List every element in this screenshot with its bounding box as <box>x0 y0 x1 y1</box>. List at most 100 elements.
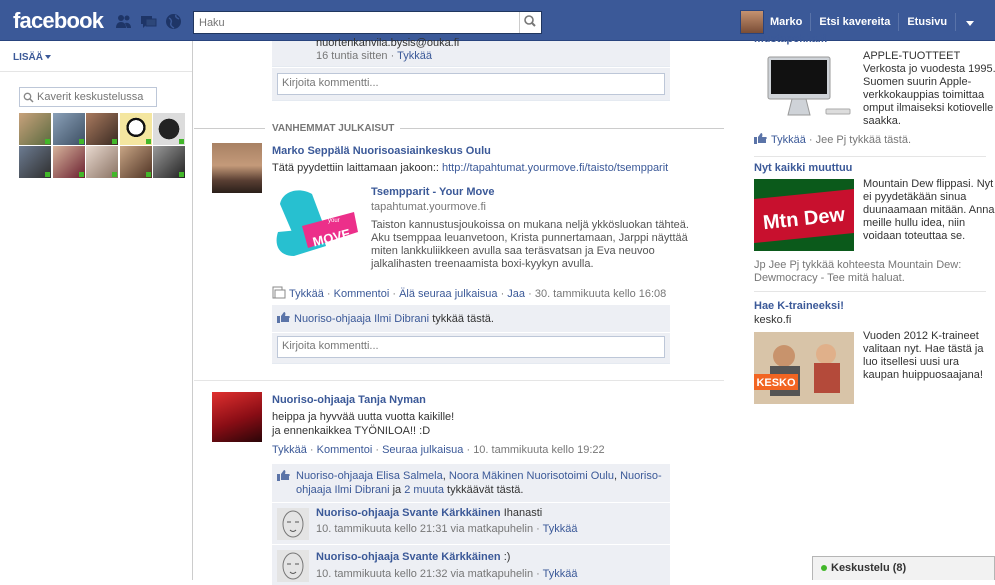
unfollow-link[interactable]: Älä seuraa julkaisua <box>399 288 497 300</box>
your-move-logo[interactable]: your MOVE <box>272 184 362 262</box>
friend-avatar[interactable] <box>52 146 85 178</box>
likes-summary: Nuoriso-ohjaaja Ilmi Dibrani tykkää täst… <box>272 305 670 332</box>
comment-input[interactable]: Kirjoita kommentti... <box>277 336 665 358</box>
ad-title[interactable]: Hae K-traineeksi! <box>754 300 844 312</box>
commenter-avatar[interactable] <box>277 550 309 582</box>
attachment-title[interactable]: Tsempparit - Your Move <box>371 186 494 198</box>
previous-post-comment: nuortenkanvila.bysis@ouka.fi 16 tuntia s… <box>272 37 670 67</box>
chat-search-input[interactable] <box>19 87 157 107</box>
comment-link[interactable]: Kommentoi <box>317 444 373 456</box>
friend-avatar[interactable] <box>153 146 185 178</box>
ad-image-mountain-dew[interactable]: Mtn Dew <box>754 179 854 251</box>
post-author[interactable]: Marko Seppälä Nuorisoasiainkeskus Oulu <box>272 145 491 157</box>
comment-meta: 10. tammikuuta kello 21:32 via matkapuhe… <box>316 568 578 580</box>
ad-kesko[interactable]: Hae K-traineeksi! kesko.fi KESKO Vuoden … <box>754 300 994 410</box>
friend-avatar[interactable] <box>19 146 51 178</box>
friend-avatar[interactable] <box>119 146 152 178</box>
comment-link[interactable]: Kommentoi <box>334 288 390 300</box>
like-link[interactable]: Tykkää <box>272 444 307 456</box>
divider <box>754 156 986 157</box>
notifications-globe-icon[interactable] <box>165 13 182 30</box>
older-posts-label: VANHEMMAT JULKAISUT <box>265 123 401 134</box>
online-indicator <box>45 139 50 144</box>
likes-and: ja <box>392 484 402 496</box>
comment-author[interactable]: Nuoriso-ohjaaja Svante Kärkkäinen <box>316 507 501 519</box>
share-link[interactable]: Jaa <box>507 288 525 300</box>
friend-requests-icon[interactable] <box>115 13 132 30</box>
comment-meta: 10. tammikuuta kello 21:31 via matkapuhe… <box>316 523 578 535</box>
ad-social: Tykkää · Jee Pj tykkää tästä. <box>754 133 994 147</box>
thumbs-up-icon <box>277 312 290 323</box>
friend-avatar[interactable] <box>52 113 85 145</box>
comment-input[interactable]: Kirjoita kommentti... <box>277 73 665 95</box>
comment-time: 10. tammikuuta kello 21:31 via matkapuhe… <box>316 523 534 535</box>
follow-link[interactable]: Seuraa julkaisua <box>382 444 463 456</box>
ad-social-text: Jee Pj tykkää tästä. <box>815 134 912 146</box>
news-feed: nuortenkanvila.bysis@ouka.fi 16 tuntia s… <box>194 37 724 585</box>
home-link[interactable]: Etusivu <box>899 16 955 28</box>
friend-avatar[interactable] <box>19 113 51 145</box>
like-link[interactable]: Tykkää <box>289 288 324 300</box>
logo-small-text: your <box>328 218 340 224</box>
comment-box: Kirjoita kommentti... <box>272 333 670 364</box>
like-link[interactable]: Tykkää <box>397 50 432 62</box>
ad-image-kesko[interactable]: KESKO <box>754 332 854 404</box>
find-friends-link[interactable]: Etsi kavereita <box>811 16 898 28</box>
avatar[interactable] <box>740 10 764 34</box>
sponsored-column: mustapekka.fi APPLE-TUOTTEET Verkosta jo… <box>746 33 995 580</box>
comment: Nuoriso-ohjaaja Svante Kärkkäinen :) 10.… <box>272 545 670 585</box>
ad-image-imac[interactable] <box>754 51 854 123</box>
more-menu[interactable]: LISÄÄ <box>13 52 51 63</box>
search-button[interactable] <box>519 12 541 33</box>
nav-divider <box>955 13 957 31</box>
post-author-avatar[interactable] <box>212 392 262 442</box>
comment-author[interactable]: Nuoriso-ohjaaja Svante Kärkkäinen <box>316 551 501 563</box>
friend-avatar[interactable] <box>153 113 185 145</box>
post-text: Tätä pyydettiin laittamaan jakoon:: http… <box>272 161 668 175</box>
search-input[interactable] <box>194 12 519 33</box>
likes-suffix: tykkäävät tästä. <box>447 484 524 496</box>
ad-social-text: Jp Jee Pj tykkää kohteesta Mountain Dew:… <box>754 259 962 284</box>
ad-like-link[interactable]: Tykkää <box>771 134 806 146</box>
ad-body: Vuoden 2012 K-traineet valitaan nyt. Hae… <box>863 330 984 381</box>
messages-icon[interactable] <box>140 13 157 30</box>
friend-avatar[interactable] <box>86 146 118 178</box>
liker-link[interactable]: Noora Mäkinen Nuorisotoimi Oulu <box>449 470 614 482</box>
liker-link[interactable]: Nuoriso-ohjaaja Elisa Salmela <box>296 470 443 482</box>
profile-link[interactable]: Marko <box>770 16 810 28</box>
commenter-avatar[interactable] <box>277 508 309 540</box>
post-actions: Tykkää · Kommentoi · Älä seuraa julkaisu… <box>272 286 666 300</box>
ad-body: APPLE-TUOTTEET Verkosta jo vuodesta 1995… <box>863 50 995 127</box>
account-menu-icon[interactable] <box>966 20 975 26</box>
liker-link[interactable]: Nuoriso-ohjaaja Ilmi Dibrani <box>294 313 429 325</box>
top-nav: Marko Etsi kavereita Etusivu <box>740 10 975 34</box>
post-link[interactable]: http://tapahtumat.yourmove.fi/taisto/tse… <box>442 162 668 174</box>
post-author[interactable]: Nuoriso-ohjaaja Tanja Nyman <box>272 394 426 406</box>
like-link[interactable]: Tykkää <box>543 568 578 580</box>
like-link[interactable]: Tykkää <box>543 523 578 535</box>
facebook-logo[interactable]: facebook <box>13 8 104 34</box>
left-sidebar: LISÄÄ <box>0 41 193 580</box>
post-author-avatar[interactable] <box>212 143 262 193</box>
search-box <box>193 11 542 34</box>
ad-title[interactable]: Nyt kaikki muuttuu <box>754 162 852 174</box>
comment-body: Nuoriso-ohjaaja Svante Kärkkäinen Ihanas… <box>316 507 542 519</box>
chat-bar[interactable]: Keskustelu (8) <box>812 556 995 580</box>
more-likers-link[interactable]: 2 muuta <box>404 484 444 496</box>
friend-avatar[interactable] <box>119 113 152 145</box>
ad-title[interactable]: mustapekka.fi <box>754 33 827 45</box>
comment-body: Nuoriso-ohjaaja Svante Kärkkäinen :) <box>316 551 510 563</box>
ad-image-text: KESKO <box>756 377 796 389</box>
more-label: LISÄÄ <box>13 52 43 63</box>
post-time: 10. tammikuuta kello 19:22 <box>473 444 605 456</box>
attachment-description: Taiston kannustusjoukoissa on mukana nel… <box>371 219 689 270</box>
friend-avatar[interactable] <box>86 113 118 145</box>
ad-mustapekka[interactable]: mustapekka.fi APPLE-TUOTTEET Verkosta jo… <box>754 33 995 153</box>
post-text-line: ja ennenkaikkea TYÖNILOA!! :D <box>272 425 431 437</box>
previous-comment-meta: 16 tuntia sitten · Tykkää <box>316 50 432 62</box>
attachment-domain: tapahtumat.yourmove.fi <box>371 201 486 213</box>
chat-bar-label: Keskustelu (8) <box>831 562 907 574</box>
ad-mountain-dew[interactable]: Nyt kaikki muuttuu Mtn Dew Mountain Dew … <box>754 162 995 287</box>
likes-summary: Nuoriso-ohjaaja Elisa Salmela, Noora Mäk… <box>272 464 670 502</box>
comment-time: 10. tammikuuta kello 21:32 via matkapuhe… <box>316 568 534 580</box>
